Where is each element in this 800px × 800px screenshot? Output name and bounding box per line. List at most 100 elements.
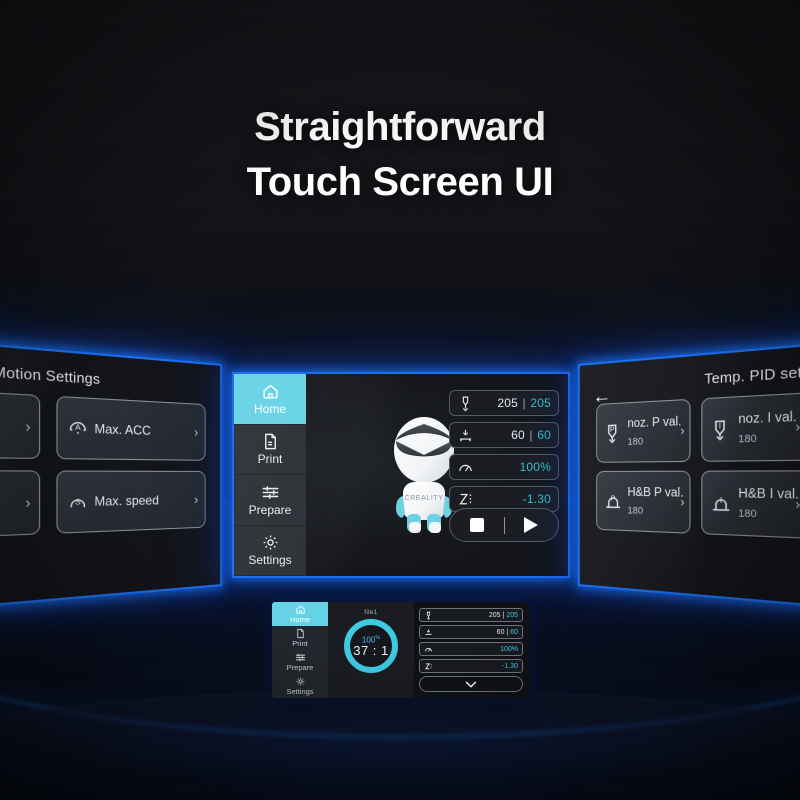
bottom-stat-nozzle-value: 205 | 205: [488, 611, 518, 619]
bed-temp-icon: [457, 427, 474, 444]
bottom-nav-item-print[interactable]: Print: [272, 626, 328, 650]
nav-item-home[interactable]: Home: [234, 374, 306, 425]
bottom-nav-item-prepare-label: Prepare: [286, 663, 314, 672]
gear-icon: [261, 533, 280, 552]
chevron-right-icon: ›: [194, 424, 199, 440]
tile-max-speed[interactable]: S Max. speed ›: [56, 470, 206, 534]
stat-row-nozzle-temp[interactable]: 205 | 205: [449, 390, 559, 416]
svg-text:A: A: [75, 423, 81, 433]
print-file-name: file1: [364, 609, 378, 616]
bottom-nav-item-home[interactable]: Home: [272, 602, 328, 626]
bottom-stat-bed-temp[interactable]: 60 | 60: [419, 625, 523, 639]
bed-i-icon: I: [709, 490, 733, 515]
stop-button[interactable]: [450, 518, 504, 532]
tile-noz-i-val[interactable]: I noz. I val. 180 ›: [701, 392, 800, 462]
tile-steps-per-mm[interactable]: ps/mm ›: [0, 384, 41, 459]
tile-noz-p-label: noz. P val.: [627, 414, 682, 430]
nav-item-settings-label: Settings: [248, 553, 292, 568]
z-offset-icon: [424, 662, 433, 671]
stat-bed-value: 60 | 60: [511, 428, 551, 442]
bottom-nav-item-settings-label: Settings: [286, 687, 314, 696]
tile-hb-p-label: H&B P val.: [627, 485, 684, 500]
tile-hb-i-value: 180: [738, 507, 757, 521]
bottom-stat-nozzle-temp[interactable]: 205 | 205: [419, 608, 523, 622]
nav-item-settings[interactable]: Settings: [234, 526, 306, 576]
promo-stage: Straightforward Touch Screen UI Motion S…: [0, 0, 800, 800]
tile-hb-p-val[interactable]: P H&B P val. 180 ›: [596, 470, 691, 534]
tile-jerk[interactable]: ›: [0, 469, 41, 543]
bottom-nav-item-print-label: Print: [292, 639, 308, 648]
tile-noz-p-text: noz. P val. 180: [627, 415, 681, 447]
tile-hb-p-text: H&B P val. 180: [627, 486, 683, 518]
tile-hb-i-label: H&B I val.: [738, 486, 800, 502]
tile-noz-i-text: noz. I val. 180: [738, 410, 796, 445]
tile-noz-p-val[interactable]: P noz. P val. 180 ›: [596, 398, 691, 463]
gear-icon: [295, 676, 306, 687]
svg-text:P: P: [610, 426, 615, 434]
nozzle-temp-icon: [424, 611, 433, 620]
svg-text:P: P: [611, 495, 616, 503]
temp-pid-title: Temp. PID set: [704, 363, 800, 388]
nozzle-i-icon: I: [709, 417, 733, 442]
bottom-stat-z-offset[interactable]: -1.30: [419, 659, 523, 673]
bottom-status-readouts: 205 | 205 60 | 60 100% -1.30: [414, 602, 530, 698]
motion-settings-grid: ps/mm › A Max. ACC ›: [0, 384, 209, 543]
speed-gauge-icon: [457, 459, 474, 476]
nav-item-prepare[interactable]: Prepare: [234, 475, 306, 526]
svg-text:I: I: [719, 423, 721, 431]
bottom-stat-speed-value: 100%: [500, 645, 518, 653]
stop-square-icon: [469, 518, 484, 532]
acceleration-icon: A: [67, 417, 89, 440]
nav-item-print-label: Print: [257, 452, 283, 467]
status-readouts: 205 | 205 60 | 60 100% -1.30: [449, 390, 559, 518]
nozzle-p-icon: P: [603, 421, 624, 444]
printing-progress-body: Home Print Prepare Settings file1 100% 3…: [272, 602, 530, 698]
file-print-icon: [261, 432, 280, 451]
chevron-right-icon: ›: [795, 496, 800, 513]
stat-row-speed[interactable]: 100%: [449, 454, 559, 480]
bed-temp-icon: [424, 628, 433, 637]
chevron-right-icon: ›: [25, 417, 31, 436]
confirm-button[interactable]: [419, 676, 523, 692]
play-button[interactable]: [505, 517, 559, 533]
tile-hb-i-val[interactable]: I H&B I val. 180 ›: [701, 470, 800, 539]
speed-gauge-icon: [424, 645, 433, 654]
print-controls: [449, 508, 559, 542]
progress-ring: 100% 37 : 1: [344, 619, 398, 673]
temp-pid-screen[interactable]: ← Temp. PID set P noz. P val. 180 › I no…: [578, 328, 800, 622]
printing-progress-screen[interactable]: Home Print Prepare Settings file1 100% 3…: [272, 602, 530, 698]
chevron-right-icon: ›: [680, 422, 685, 439]
main-navigation-sidebar: Home Print Prepare Settings: [234, 374, 306, 576]
tile-noz-p-value: 180: [627, 435, 644, 448]
chevron-right-icon: ›: [25, 493, 31, 512]
tile-max-acc[interactable]: A Max. ACC ›: [56, 395, 206, 461]
sliders-icon: [295, 652, 306, 663]
bottom-stat-z-offset-value: -1.30: [502, 662, 518, 670]
nav-item-prepare-label: Prepare: [248, 502, 292, 517]
bottom-stat-bed-value: 60 | 60: [496, 628, 518, 636]
z-offset-icon: [457, 491, 474, 508]
home-icon: [295, 604, 306, 615]
chevron-right-icon: ›: [680, 494, 685, 510]
svg-text:CREALITY: CREALITY: [404, 495, 443, 502]
stat-nozzle-value: 205 | 205: [497, 396, 551, 410]
bed-p-icon: P: [603, 489, 624, 512]
tile-hb-p-value: 180: [627, 504, 644, 517]
temp-pid-body: ← Temp. PID set P noz. P val. 180 › I no…: [580, 332, 800, 618]
home-screen[interactable]: Home Print Prepare Settings CREALITY 205…: [232, 372, 570, 578]
tile-hb-i-text: H&B I val. 180: [738, 487, 799, 522]
progress-time-remaining: 37 : 1: [353, 643, 389, 659]
nav-item-print[interactable]: Print: [234, 425, 306, 475]
play-triangle-icon: [524, 517, 539, 533]
file-print-icon: [295, 628, 306, 639]
tile-noz-i-label: noz. I val.: [738, 409, 797, 427]
stat-row-bed-temp[interactable]: 60 | 60: [449, 422, 559, 448]
screens-group: Motion Settings ps/mm › A: [0, 0, 800, 800]
home-icon: [261, 382, 280, 401]
motion-settings-title: Motion Settings: [0, 362, 101, 388]
motion-settings-screen[interactable]: Motion Settings ps/mm › A: [0, 328, 222, 622]
bottom-stat-speed[interactable]: 100%: [419, 642, 523, 656]
chevron-down-icon: [464, 680, 478, 689]
bottom-nav-item-settings[interactable]: Settings: [272, 674, 328, 698]
bottom-nav-item-prepare[interactable]: Prepare: [272, 650, 328, 674]
